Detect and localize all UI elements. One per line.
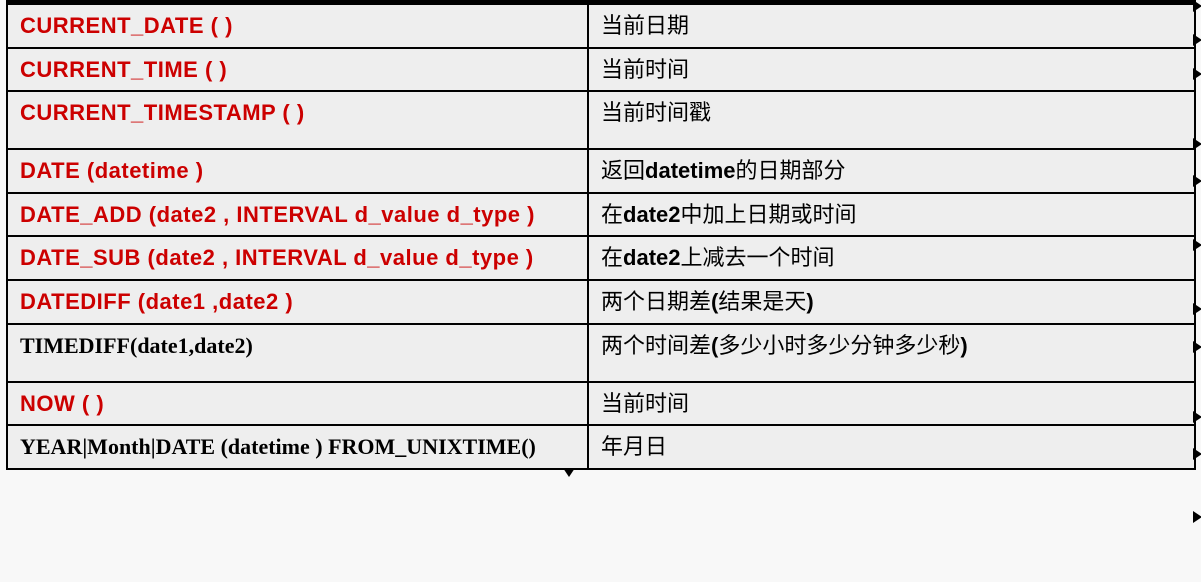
table-row: CURRENT_TIME ( )当前时间	[7, 48, 1195, 92]
arrow-right-icon	[1193, 411, 1201, 423]
description-cell: 两个日期差(结果是天)	[588, 280, 1195, 324]
arrow-down-icon	[563, 468, 575, 477]
description-cell: 当前日期	[588, 4, 1195, 48]
table-row: NOW ( )当前时间	[7, 382, 1195, 426]
description-cell: 两个时间差(多少小时多少分钟多少秒)	[588, 324, 1195, 382]
table-row: DATE (datetime )返回datetime的日期部分	[7, 149, 1195, 193]
description-cell: 当前时间	[588, 382, 1195, 426]
arrow-right-icon	[1193, 341, 1201, 353]
function-name-cell: TIMEDIFF(date1,date2)	[7, 324, 588, 382]
function-name-cell: DATE_SUB (date2 , INTERVAL d_value d_typ…	[7, 236, 588, 280]
function-name-cell: CURRENT_TIME ( )	[7, 48, 588, 92]
arrow-right-icon	[1193, 511, 1201, 523]
arrow-right-icon	[1193, 68, 1201, 80]
description-cell: 返回datetime的日期部分	[588, 149, 1195, 193]
function-name-cell: DATE (datetime )	[7, 149, 588, 193]
function-name-cell: DATEDIFF (date1 ,date2 )	[7, 280, 588, 324]
arrow-right-icon	[1193, 138, 1201, 150]
description-cell: 当前时间戳	[588, 91, 1195, 149]
function-name-cell: CURRENT_DATE ( )	[7, 4, 588, 48]
arrow-right-icon	[1193, 175, 1201, 187]
table-row: DATE_ADD (date2 , INTERVAL d_value d_typ…	[7, 193, 1195, 237]
arrow-right-icon	[1193, 239, 1201, 251]
table-row: DATE_SUB (date2 , INTERVAL d_value d_typ…	[7, 236, 1195, 280]
table-row: CURRENT_DATE ( )当前日期	[7, 4, 1195, 48]
arrow-right-icon	[1193, 448, 1201, 460]
table-row: CURRENT_TIMESTAMP ( )当前时间戳	[7, 91, 1195, 149]
arrow-right-icon	[1193, 34, 1201, 46]
function-reference-table: CURRENT_DATE ( )当前日期CURRENT_TIME ( )当前时间…	[6, 3, 1196, 470]
table-row: TIMEDIFF(date1,date2)两个时间差(多少小时多少分钟多少秒)	[7, 324, 1195, 382]
description-cell: 在date2中加上日期或时间	[588, 193, 1195, 237]
arrow-right-icon	[1193, 0, 1201, 12]
function-name-cell: CURRENT_TIMESTAMP ( )	[7, 91, 588, 149]
arrow-right-icon	[1193, 303, 1201, 315]
table-row: YEAR|Month|DATE (datetime ) FROM_UNIXTIM…	[7, 425, 1195, 469]
description-cell: 当前时间	[588, 48, 1195, 92]
function-name-cell: DATE_ADD (date2 , INTERVAL d_value d_typ…	[7, 193, 588, 237]
function-name-cell: YEAR|Month|DATE (datetime ) FROM_UNIXTIM…	[7, 425, 588, 469]
table-row: DATEDIFF (date1 ,date2 )两个日期差(结果是天)	[7, 280, 1195, 324]
function-name-cell: NOW ( )	[7, 382, 588, 426]
description-cell: 年月日	[588, 425, 1195, 469]
description-cell: 在date2上减去一个时间	[588, 236, 1195, 280]
